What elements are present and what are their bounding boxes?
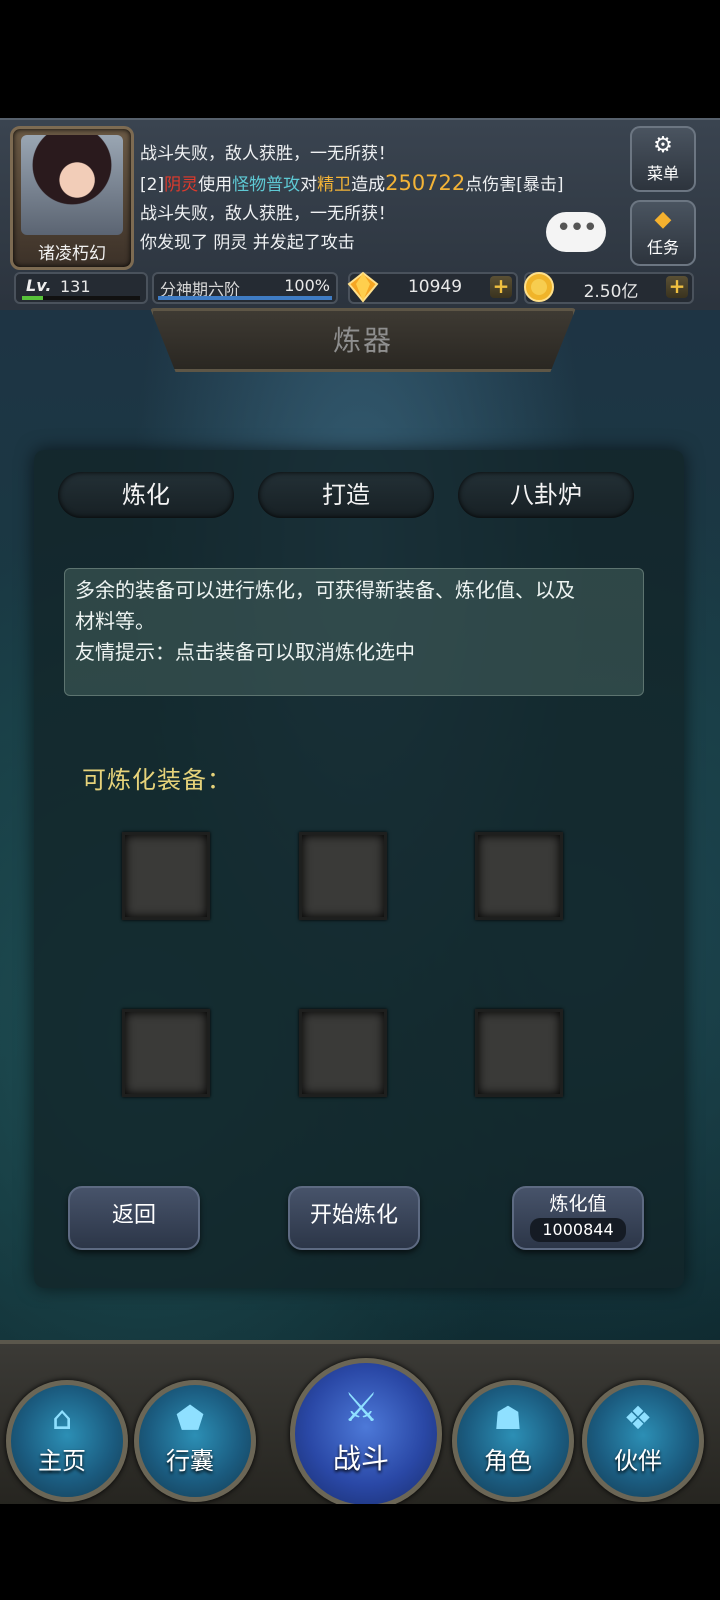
character-icon: ☗ <box>493 1399 523 1437</box>
info-text: 多余的装备可以进行炼化，可获得新装备、炼化值、以及 <box>75 578 575 602</box>
equipment-slot[interactable] <box>122 832 210 920</box>
level-value: 131 <box>60 277 91 296</box>
equipment-slot[interactable] <box>122 1009 210 1097</box>
nav-home[interactable]: ⌂ 主页 <box>6 1380 128 1502</box>
nav-character[interactable]: ☗ 角色 <box>452 1380 574 1502</box>
chat-button[interactable]: ••• <box>546 212 606 252</box>
system-bar <box>0 1504 720 1600</box>
tab-refine[interactable]: 炼化 <box>58 472 234 518</box>
gold-value: 2.50亿 <box>583 282 639 302</box>
equipment-slot[interactable] <box>475 832 563 920</box>
gold-balance: 2.50亿 + <box>524 272 694 304</box>
diamond-icon: ◆ <box>654 207 672 232</box>
realm-bar: 分神期六阶 100% <box>152 272 338 304</box>
page-title: 炼器 <box>332 324 393 357</box>
level-progress-fill <box>22 296 44 300</box>
player-name: 诸凌朽幻 <box>38 244 106 264</box>
level-bar: Lv. 131 <box>14 272 148 304</box>
nav-bag[interactable]: ⬟ 行囊 <box>134 1380 256 1502</box>
gear-icon: ⚙ <box>653 133 673 158</box>
realm-progress-fill <box>158 296 332 300</box>
level-progress <box>22 296 140 300</box>
chat-bubble-icon: ••• <box>555 213 598 243</box>
home-icon: ⌂ <box>51 1399 73 1437</box>
equipment-slot[interactable] <box>299 832 387 920</box>
gem-icon <box>347 271 379 303</box>
nav-partner[interactable]: ❖ 伙伴 <box>582 1380 704 1502</box>
info-box: 多余的装备可以进行炼化，可获得新装备、炼化值、以及 材料等。 友情提示：点击装备… <box>64 568 644 696</box>
equipment-slot[interactable] <box>475 1009 563 1097</box>
equip-section-title: 可炼化装备： <box>82 766 232 794</box>
refine-panel: 炼化 打造 八卦炉 多余的装备可以进行炼化，可获得新装备、炼化值、以及 材料等。… <box>34 450 684 1288</box>
refine-value: 1000844 <box>530 1218 626 1242</box>
info-tip: 友情提示：点击装备可以取消炼化选中 <box>75 640 415 664</box>
level-label: Lv. <box>26 276 52 295</box>
nav-label: 角色 <box>484 1447 532 1475</box>
nav-label: 主页 <box>38 1447 86 1475</box>
menu-label: 菜单 <box>646 164 679 183</box>
menu-button[interactable]: ⚙ 菜单 <box>630 126 696 192</box>
tab-bagua-furnace[interactable]: 八卦炉 <box>458 472 634 518</box>
top-hud: 诸凌朽幻 战斗失败，敌人获胜，一无所获！ [2]阴灵使用怪物普攻对精卫造成250… <box>0 118 720 330</box>
sword-icon: ⚔ <box>343 1385 379 1431</box>
nav-battle[interactable]: ⚔ 战斗 <box>290 1358 442 1510</box>
add-gold-button[interactable]: + <box>666 276 688 298</box>
tab-forge[interactable]: 打造 <box>258 472 434 518</box>
nav-label: 行囊 <box>166 1447 214 1475</box>
gem-value: 10949 <box>407 277 463 297</box>
gold-coin-icon <box>524 272 554 302</box>
realm-progress <box>158 296 332 300</box>
refine-value-display: 炼化值 1000844 <box>512 1186 644 1250</box>
avatar-frame[interactable]: 诸凌朽幻 <box>10 126 134 270</box>
nav-label: 伙伴 <box>614 1447 662 1475</box>
gem-balance: 10949 + <box>347 271 518 304</box>
nav-label: 战斗 <box>332 1442 389 1475</box>
avatar[interactable] <box>21 135 123 235</box>
bottom-nav: ⌂ 主页 ⬟ 行囊 ⚔ 战斗 ☗ 角色 ❖ 伙伴 <box>0 1340 720 1514</box>
info-text: 材料等。 <box>75 609 155 633</box>
add-gems-button[interactable]: + <box>490 276 512 298</box>
bag-icon: ⬟ <box>176 1399 204 1437</box>
refine-value-label: 炼化值 <box>549 1193 607 1215</box>
start-refine-button[interactable]: 开始炼化 <box>288 1186 420 1250</box>
partner-icon: ❖ <box>623 1399 653 1437</box>
quest-label: 任务 <box>646 238 679 257</box>
title-banner: 炼器 <box>150 308 576 372</box>
back-button[interactable]: 返回 <box>68 1186 200 1250</box>
equipment-slot[interactable] <box>299 1009 387 1097</box>
quest-button[interactable]: ◆ 任务 <box>630 200 696 266</box>
log-line: 战斗失败，敌人获胜，一无所获！ <box>140 144 395 164</box>
log-line: [2]阴灵使用怪物普攻对精卫造成250722点伤害[暴击] <box>140 171 564 195</box>
realm-percent: 100% <box>284 276 330 295</box>
